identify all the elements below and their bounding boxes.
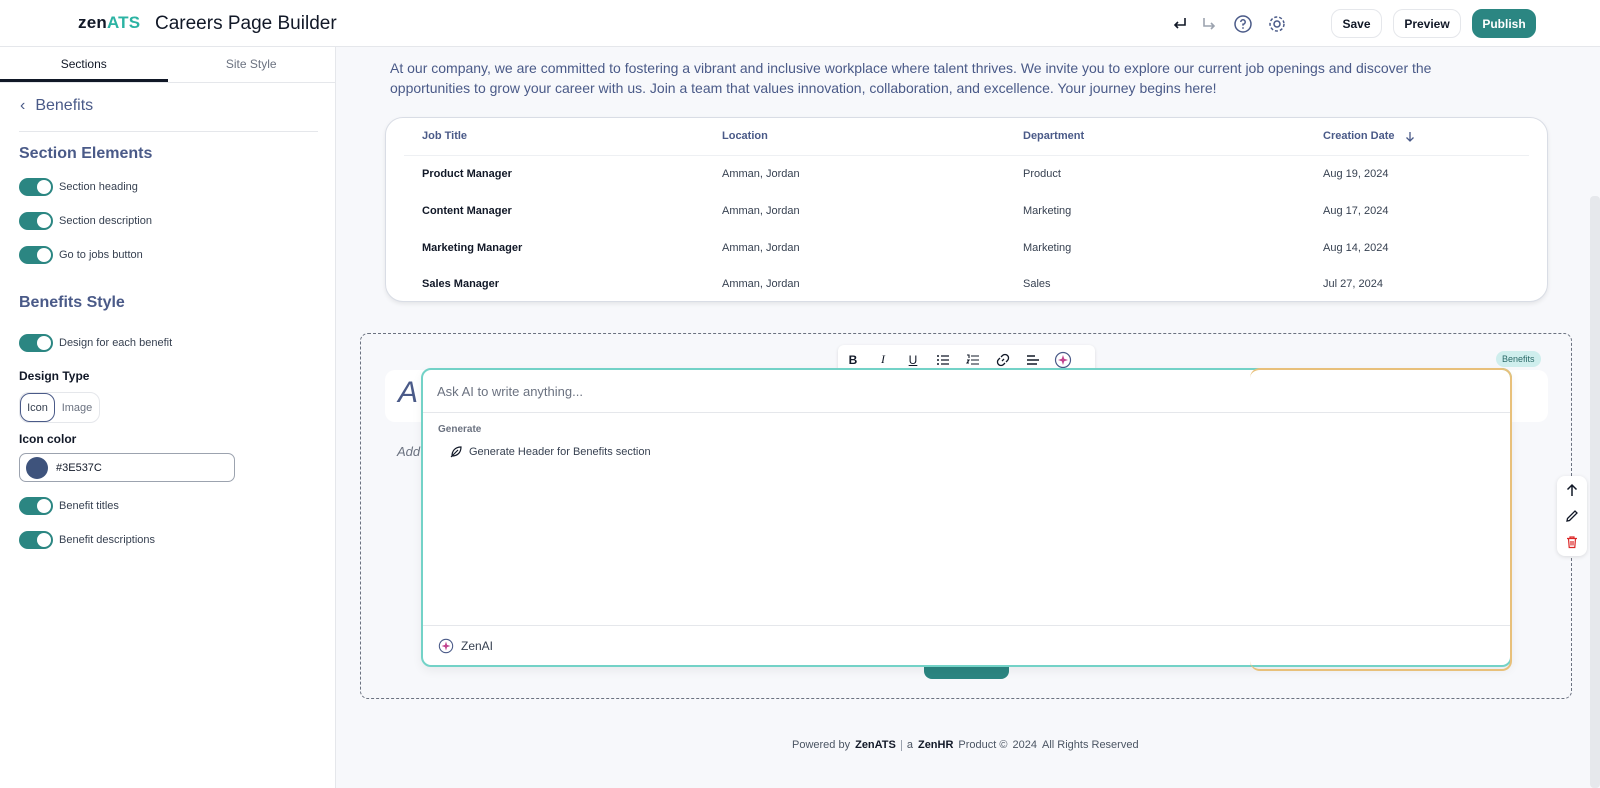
chevron-left-icon: ‹	[20, 97, 26, 114]
footer-separator	[900, 739, 902, 751]
date-cell: Aug 17, 2024	[1323, 205, 1389, 217]
save-button[interactable]: Save	[1331, 9, 1382, 38]
sidebar-tabs: Sections Site Style	[0, 47, 335, 83]
toggle-label: Design for each benefit	[59, 337, 173, 349]
department-cell: Marketing	[1023, 242, 1072, 254]
app-title: Careers Page Builder	[155, 13, 337, 34]
section-heading-toggle[interactable]	[19, 178, 53, 196]
benefits-description-text[interactable]: Add	[397, 444, 420, 459]
sort-arrow-down-icon[interactable]	[1405, 131, 1415, 142]
move-up-icon[interactable]	[1562, 480, 1582, 500]
toggle-label: Section description	[59, 215, 152, 227]
divider	[423, 625, 1510, 626]
location-cell: Amman, Jordan	[722, 168, 800, 180]
zenai-sparkle-icon	[438, 638, 454, 654]
zenats-logo: zenATS	[78, 13, 141, 32]
divider	[19, 131, 318, 132]
toggle-label: Section heading	[59, 181, 138, 193]
edit-pencil-icon[interactable]	[1562, 506, 1582, 526]
divider	[423, 412, 1510, 413]
footer-brand-zenhr: ZenHR	[917, 739, 954, 751]
benefits-section-tag: Benefits	[1496, 351, 1541, 367]
header-divider	[404, 155, 1529, 156]
toggle-row-benefit-titles: Benefit titles	[19, 497, 119, 515]
toggle-row-section-heading: Section heading	[19, 178, 138, 196]
toggle-row-design-each: Design for each benefit	[19, 334, 172, 352]
benefits-heading-text: A	[398, 376, 419, 409]
department-cell: Sales	[1023, 278, 1051, 290]
publish-button[interactable]: Publish	[1472, 9, 1536, 38]
icon-color-value: #3E537C	[56, 461, 102, 474]
page-footer: Powered by ZenATS a ZenHR Product © 2024…	[792, 739, 1139, 751]
department-cell: Marketing	[1023, 205, 1072, 217]
location-cell: Amman, Jordan	[722, 278, 800, 290]
benefits-style-heading: Benefits Style	[19, 294, 125, 311]
intro-text: At our company, we are committed to fost…	[390, 60, 1432, 96]
top-bar: zenATS Careers Page Builder Save Preview…	[0, 0, 1600, 47]
toggle-row-section-description: Section description	[19, 212, 152, 230]
preview-button[interactable]: Preview	[1393, 9, 1461, 38]
footer-product: Product ©	[958, 739, 1008, 751]
color-swatch[interactable]	[26, 456, 48, 479]
column-header-location: Location	[722, 130, 768, 142]
go-to-jobs-toggle[interactable]	[19, 246, 53, 264]
ai-prompt-panel: Generate Generate Header for Benefits se…	[421, 368, 1512, 671]
benefit-titles-toggle[interactable]	[19, 497, 53, 515]
section-description-toggle[interactable]	[19, 212, 53, 230]
column-header-job-title: Job Title	[422, 130, 468, 142]
suggestion-label: Generate Header for Benefits section	[469, 446, 651, 458]
feather-icon	[450, 446, 462, 458]
toggle-row-benefit-descriptions: Benefit descriptions	[19, 531, 155, 549]
zenai-label: ZenAI	[461, 639, 494, 653]
toggle-label: Benefit titles	[59, 500, 119, 512]
section-name: Benefits	[35, 97, 94, 114]
tab-site-style[interactable]: Site Style	[168, 47, 336, 82]
column-header-department: Department	[1023, 130, 1085, 142]
job-title-cell[interactable]: Product Manager	[422, 168, 512, 180]
column-header-label: Creation Date	[1323, 130, 1395, 142]
toggle-label: Benefit descriptions	[59, 534, 155, 546]
benefit-descriptions-toggle[interactable]	[19, 531, 53, 549]
icon-color-field[interactable]: #3E537C	[19, 453, 235, 482]
footer-year: 2024	[1012, 739, 1037, 751]
date-cell: Jul 27, 2024	[1323, 278, 1383, 290]
location-cell: Amman, Jordan	[722, 242, 800, 254]
column-header-creation-date[interactable]: Creation Date	[1323, 130, 1415, 142]
design-type-icon-option[interactable]: Icon	[20, 393, 55, 422]
tab-sections[interactable]: Sections	[0, 47, 168, 82]
footer-a: a	[906, 739, 913, 751]
section-elements-heading: Section Elements	[19, 145, 153, 162]
date-cell: Aug 14, 2024	[1323, 242, 1389, 254]
undo-icon[interactable]	[1168, 12, 1192, 36]
toggle-row-go-to-jobs: Go to jobs button	[19, 246, 143, 264]
department-cell: Product	[1023, 168, 1061, 180]
location-cell: Amman, Jordan	[722, 205, 800, 217]
delete-trash-icon[interactable]	[1562, 532, 1582, 552]
sidebar: Sections Site Style ‹ Benefits Section E…	[0, 47, 336, 788]
footer-powered-by: Powered by	[792, 739, 851, 751]
job-title-cell[interactable]: Content Manager	[422, 205, 512, 217]
job-title-cell[interactable]: Marketing Manager	[422, 242, 522, 254]
design-each-benefit-toggle[interactable]	[19, 334, 53, 352]
help-icon[interactable]	[1231, 12, 1255, 36]
main-scrollbar[interactable]	[1590, 196, 1600, 788]
back-to-sections[interactable]: ‹ Benefits	[20, 97, 93, 115]
footer-rights: All Rights Reserved	[1041, 739, 1139, 751]
ai-prompt-input[interactable]	[437, 380, 1497, 402]
redo-icon[interactable]	[1197, 12, 1221, 36]
date-cell: Aug 19, 2024	[1323, 168, 1389, 180]
footer-brand-zenats: ZenATS	[855, 739, 896, 751]
settings-icon[interactable]	[1265, 12, 1289, 36]
zenai-footer: ZenAI	[438, 638, 493, 654]
jobs-table: Job Title Location Department Creation D…	[385, 117, 1548, 302]
generate-header-suggestion[interactable]: Generate Header for Benefits section	[449, 445, 651, 459]
section-actions	[1557, 476, 1587, 556]
design-type-image-option[interactable]: Image	[55, 393, 99, 422]
icon-color-label: Icon color	[19, 432, 77, 446]
job-title-cell[interactable]: Sales Manager	[422, 278, 499, 290]
generate-section-label: Generate	[438, 424, 482, 435]
design-type-label: Design Type	[19, 369, 90, 383]
design-type-selector: Icon Image	[19, 392, 100, 423]
toggle-label: Go to jobs button	[59, 249, 143, 261]
